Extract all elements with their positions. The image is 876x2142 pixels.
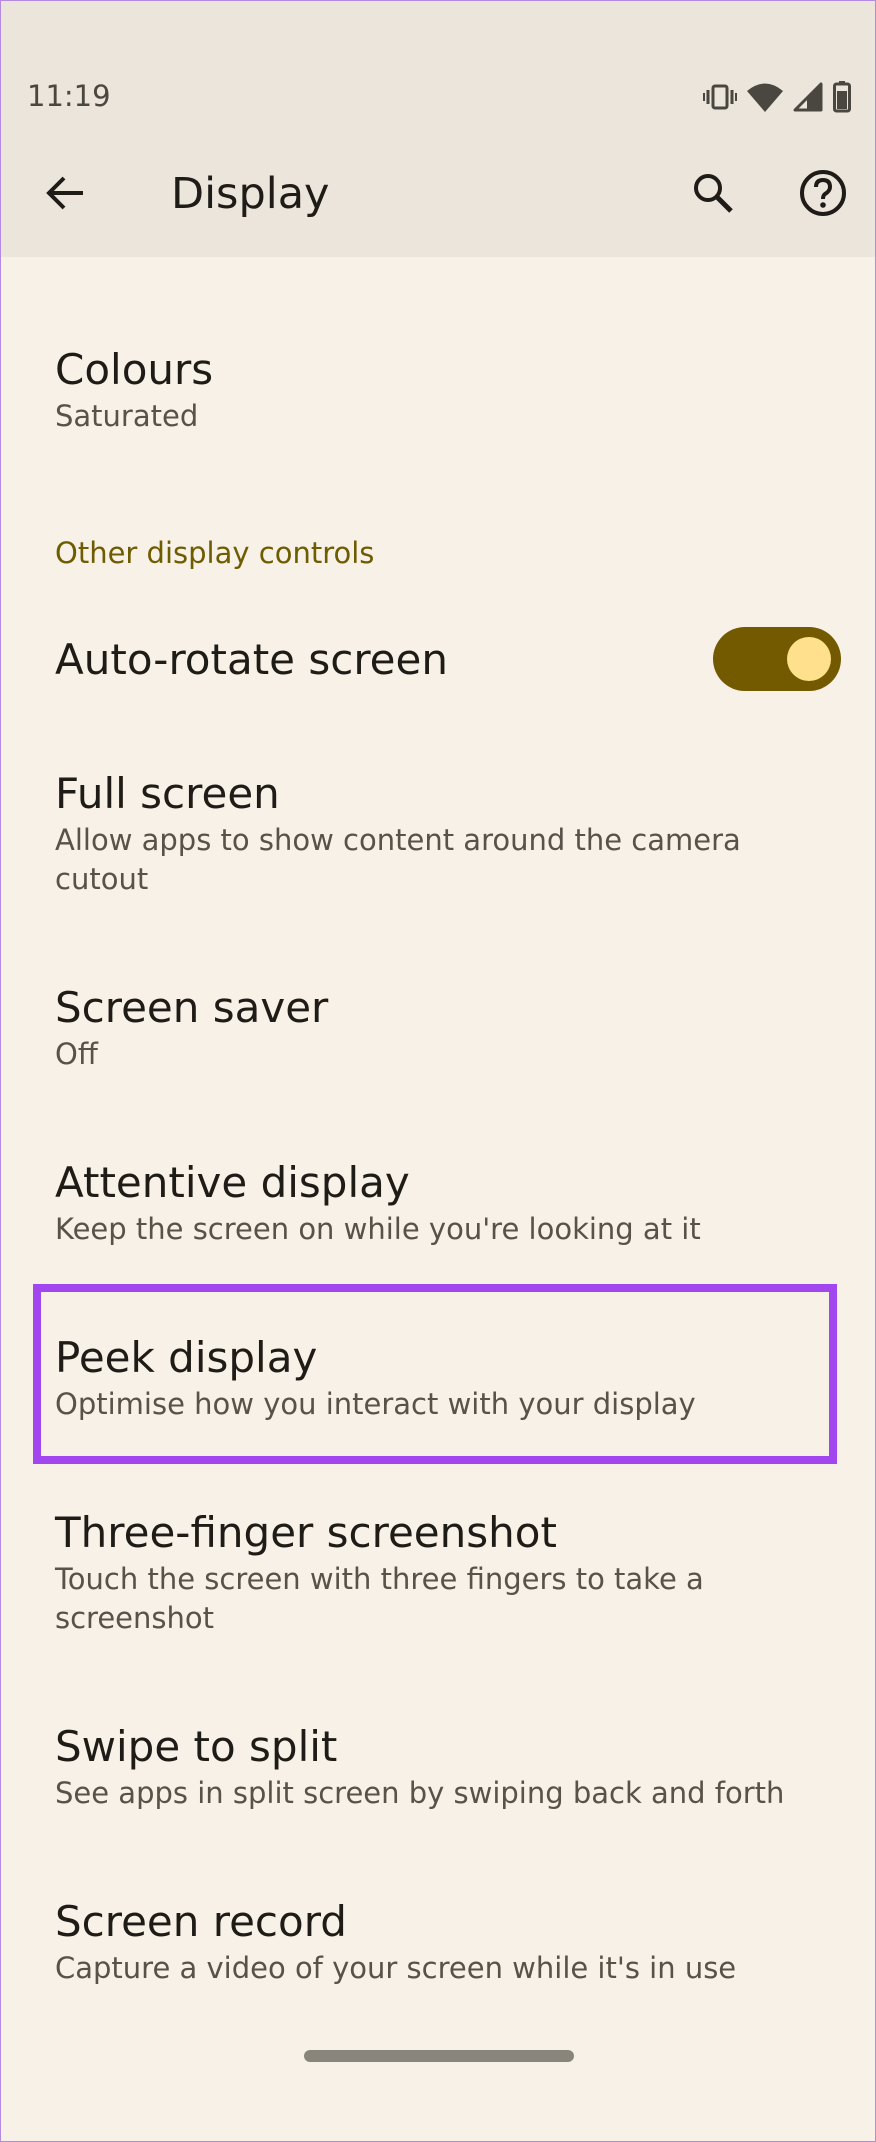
toggle-thumb <box>787 637 831 681</box>
pref-title: Auto-rotate screen <box>55 635 448 684</box>
pref-summary: Allow apps to show content around the ca… <box>55 823 741 896</box>
pref-title: Screen record <box>55 1897 347 1946</box>
vibrate-icon <box>703 82 737 112</box>
pref-peek-display[interactable]: Peek display Optimise how you interact w… <box>55 1331 845 1424</box>
pref-summary: Touch the screen with three fingers to t… <box>55 1562 704 1635</box>
section-header-other-display-controls: Other display controls <box>55 536 375 570</box>
help-button[interactable] <box>797 167 849 219</box>
pref-title: Full screen <box>55 769 280 818</box>
signal-icon <box>793 82 823 112</box>
pref-title: Swipe to split <box>55 1722 338 1771</box>
wifi-icon <box>747 82 783 112</box>
pref-summary: Optimise how you interact with your disp… <box>55 1387 696 1421</box>
top-bar: 11:19 Display <box>1 1 875 257</box>
pref-title: Colours <box>55 345 214 394</box>
search-icon <box>694 174 733 213</box>
gesture-nav-handle[interactable] <box>304 2050 574 2062</box>
search-button[interactable] <box>687 167 739 219</box>
back-button[interactable] <box>39 167 91 219</box>
pref-summary: See apps in split screen by swiping back… <box>55 1776 785 1810</box>
pref-summary: Saturated <box>55 399 199 433</box>
help-icon <box>800 170 846 216</box>
pref-swipe-to-split[interactable]: Swipe to split See apps in split screen … <box>55 1720 845 1813</box>
pref-title: Three-finger screenshot <box>55 1508 557 1557</box>
pref-summary: Off <box>55 1037 98 1071</box>
page-title: Display <box>171 169 330 219</box>
pref-auto-rotate[interactable]: Auto-rotate screen <box>55 633 675 687</box>
pref-title: Attentive display <box>55 1158 410 1207</box>
pref-screen-saver[interactable]: Screen saver Off <box>55 981 845 1074</box>
status-icons <box>703 79 851 115</box>
pref-screen-record[interactable]: Screen record Capture a video of your sc… <box>55 1895 845 1988</box>
pref-summary: Keep the screen on while you're looking … <box>55 1212 701 1246</box>
screen: 11:19 Display Colours Saturated Other di… <box>0 0 876 2142</box>
auto-rotate-toggle[interactable] <box>713 627 841 691</box>
pref-summary: Capture a video of your screen while it'… <box>55 1951 737 1985</box>
pref-colours[interactable]: Colours Saturated <box>55 343 845 436</box>
pref-title: Peek display <box>55 1333 318 1382</box>
pref-full-screen[interactable]: Full screen Allow apps to show content a… <box>55 767 795 899</box>
status-time: 11:19 <box>27 79 111 113</box>
pref-three-finger-screenshot[interactable]: Three-finger screenshot Touch the screen… <box>55 1506 775 1638</box>
pref-attentive-display[interactable]: Attentive display Keep the screen on whi… <box>55 1156 845 1249</box>
battery-icon <box>833 81 851 113</box>
pref-title: Screen saver <box>55 983 329 1032</box>
back-arrow-icon <box>46 176 83 210</box>
